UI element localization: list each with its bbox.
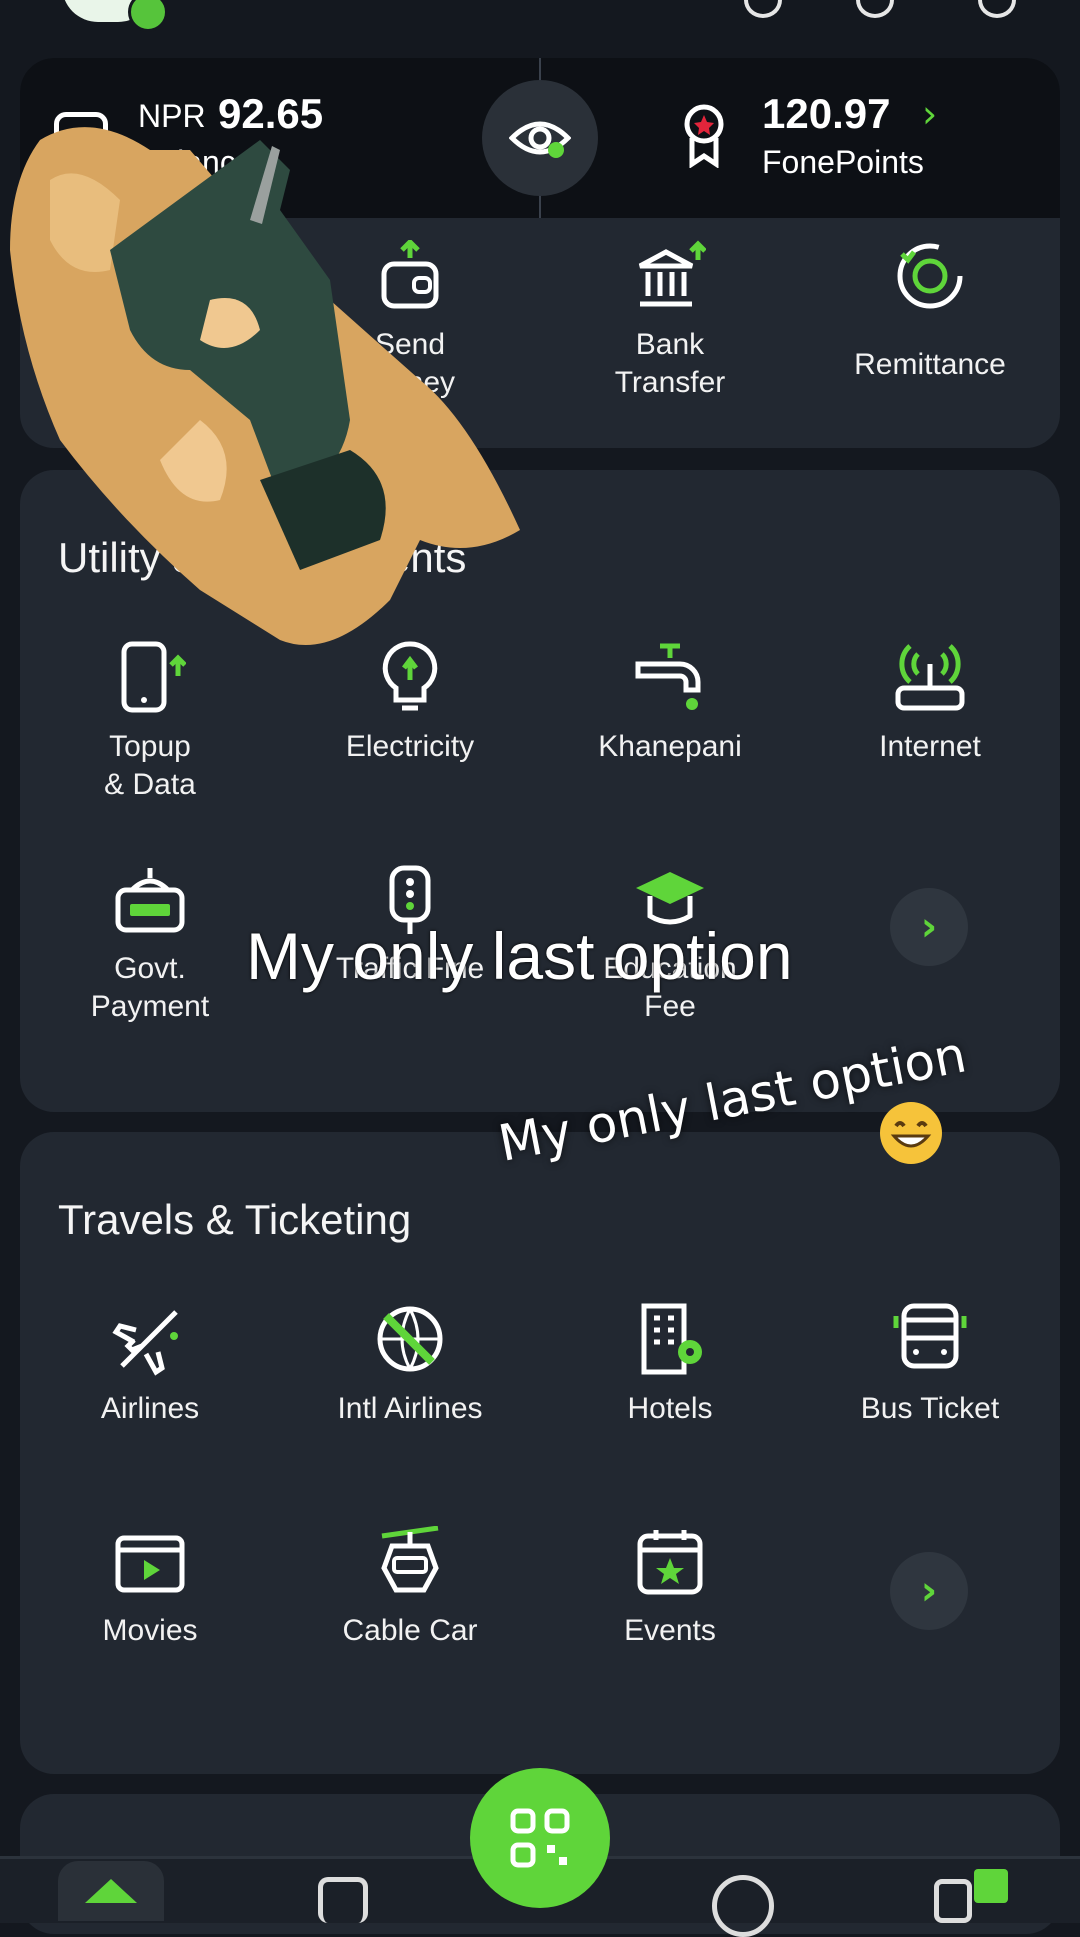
govt-payment-button[interactable]: Govt. Payment	[20, 864, 280, 1026]
message-icon[interactable]	[978, 0, 1016, 18]
hotels-button[interactable]: Hotels	[540, 1302, 800, 1428]
fonepoints-amount[interactable]: 120.97	[762, 90, 890, 138]
bank-transfer-icon	[638, 240, 706, 307]
water-tap-icon	[635, 643, 701, 710]
top-bar	[0, 0, 1080, 40]
quick-action-label: Bank Transfer	[614, 328, 726, 399]
support-tab-icon[interactable]	[712, 1875, 774, 1937]
travel-more-button[interactable]: ›	[890, 1552, 968, 1630]
khanepani-button[interactable]: Khanepani	[540, 640, 800, 766]
travel-label: Cable Car	[342, 1614, 478, 1647]
chevron-right-icon: ›	[920, 1568, 938, 1614]
grin-face	[890, 1121, 932, 1148]
travel-label: Bus Ticket	[860, 1392, 1000, 1425]
bus-icon	[893, 1303, 967, 1369]
medal-icon	[684, 104, 724, 168]
cable-car-button[interactable]: Cable Car	[280, 1526, 540, 1650]
chevron-right-icon: ›	[920, 904, 938, 950]
qr-scan-button[interactable]	[470, 1768, 610, 1908]
verified-check-icon	[128, 0, 168, 32]
travel-section-title: Travels & Ticketing	[58, 1196, 412, 1243]
clapperboard-icon	[115, 1535, 185, 1593]
airplane-icon	[112, 1310, 178, 1376]
utility-label: Khanepani	[598, 730, 742, 763]
e-badge-icon	[974, 1869, 1008, 1903]
utility-label: Electricity	[345, 730, 475, 763]
calendar-star-icon	[637, 1530, 703, 1595]
intl-airlines-button[interactable]: Intl Airlines	[280, 1302, 540, 1428]
globe-airplane-icon	[377, 1306, 443, 1372]
utility-more-button[interactable]: ›	[890, 888, 968, 966]
overlay-caption: My only last option	[246, 919, 793, 993]
grinning-emoji-icon	[880, 1102, 942, 1164]
home-tab[interactable]	[58, 1861, 164, 1921]
travel-label: Movies	[102, 1614, 198, 1647]
cable-car-icon	[381, 1526, 439, 1593]
travel-label: Intl Airlines	[337, 1392, 483, 1425]
home-icon	[85, 1879, 137, 1903]
remittance-icon	[897, 243, 963, 309]
quick-action-label: Remittance	[854, 348, 1006, 381]
govt-payment-icon	[115, 868, 185, 933]
statement-tab-icon[interactable]	[318, 1877, 368, 1923]
bus-ticket-button[interactable]: Bus Ticket	[800, 1302, 1060, 1428]
wallet-tab-icon[interactable]	[934, 1879, 972, 1923]
utility-label: Internet	[879, 730, 981, 763]
router-icon	[895, 644, 965, 711]
utility-label: Govt. Payment	[90, 952, 210, 1023]
bank-transfer-button[interactable]: Bank Transfer	[540, 240, 800, 402]
chevron-right-icon[interactable]: ›	[922, 92, 937, 136]
travel-label: Hotels	[627, 1392, 713, 1425]
travel-label: Events	[624, 1614, 716, 1647]
qr-code-icon	[510, 1808, 570, 1868]
remittance-button[interactable]: Remittance	[800, 240, 1060, 384]
notification-icon[interactable]	[856, 0, 894, 18]
fonepoints-label[interactable]: FonePoints	[762, 144, 924, 181]
events-button[interactable]: Events	[540, 1526, 800, 1650]
utility-label: Topup & Data	[104, 730, 196, 801]
movies-button[interactable]: Movies	[20, 1526, 280, 1650]
hotel-icon	[641, 1303, 702, 1375]
travel-label: Airlines	[100, 1392, 200, 1425]
internet-button[interactable]: Internet	[800, 640, 1060, 766]
airlines-button[interactable]: Airlines	[20, 1302, 280, 1428]
cat-drill-sticker	[10, 127, 520, 646]
search-icon[interactable]	[744, 0, 782, 18]
